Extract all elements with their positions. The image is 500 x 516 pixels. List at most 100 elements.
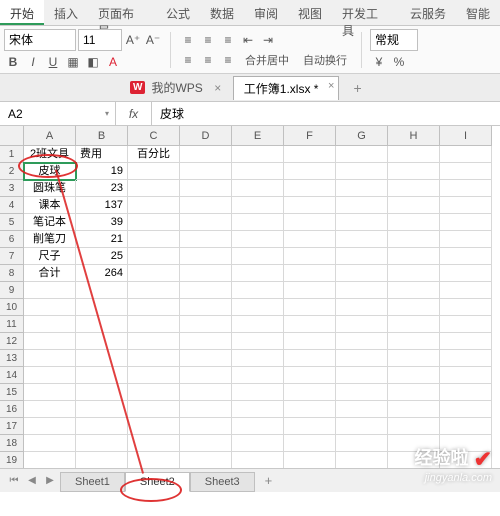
cell[interactable] bbox=[128, 299, 180, 316]
font-select[interactable] bbox=[4, 29, 76, 51]
align-middle-icon[interactable]: ≡ bbox=[199, 31, 217, 49]
cell[interactable] bbox=[440, 333, 492, 350]
cell[interactable] bbox=[128, 316, 180, 333]
cell[interactable] bbox=[128, 163, 180, 180]
cell[interactable] bbox=[24, 401, 76, 418]
cell[interactable] bbox=[180, 248, 232, 265]
ribbon-tab-5[interactable]: 审阅 bbox=[244, 0, 288, 25]
cell[interactable] bbox=[440, 146, 492, 163]
cell[interactable] bbox=[232, 231, 284, 248]
row-header[interactable]: 5 bbox=[0, 214, 24, 231]
cell[interactable] bbox=[440, 367, 492, 384]
row-header[interactable]: 7 bbox=[0, 248, 24, 265]
row-header[interactable]: 14 bbox=[0, 367, 24, 384]
cell[interactable] bbox=[388, 350, 440, 367]
cell[interactable] bbox=[284, 282, 336, 299]
bold-icon[interactable]: B bbox=[4, 53, 22, 71]
cell[interactable] bbox=[440, 401, 492, 418]
cell[interactable] bbox=[180, 350, 232, 367]
cell[interactable] bbox=[388, 333, 440, 350]
cell[interactable] bbox=[180, 197, 232, 214]
percent-icon[interactable]: % bbox=[390, 53, 408, 71]
ribbon-tab-2[interactable]: 页面布局 bbox=[88, 0, 156, 25]
fill-color-icon[interactable]: ◧ bbox=[84, 53, 102, 71]
cell[interactable] bbox=[76, 401, 128, 418]
cell[interactable] bbox=[128, 435, 180, 452]
decrease-font-icon[interactable]: A⁻ bbox=[144, 31, 162, 49]
align-bottom-icon[interactable]: ≡ bbox=[219, 31, 237, 49]
cell[interactable] bbox=[128, 367, 180, 384]
cell[interactable] bbox=[440, 231, 492, 248]
cell[interactable] bbox=[76, 384, 128, 401]
sheet-nav-next-icon[interactable]: ▶ bbox=[42, 473, 58, 489]
column-header[interactable]: G bbox=[336, 126, 388, 146]
cell[interactable] bbox=[24, 299, 76, 316]
cell[interactable]: 笔记本 bbox=[24, 214, 76, 231]
cell[interactable] bbox=[284, 333, 336, 350]
column-header[interactable]: I bbox=[440, 126, 492, 146]
cell[interactable]: 尺子 bbox=[24, 248, 76, 265]
cell[interactable]: 21 bbox=[76, 231, 128, 248]
column-header[interactable]: B bbox=[76, 126, 128, 146]
cell[interactable] bbox=[180, 367, 232, 384]
cell[interactable] bbox=[76, 282, 128, 299]
cell[interactable] bbox=[128, 214, 180, 231]
border-icon[interactable]: ▦ bbox=[64, 53, 82, 71]
close-wps-icon[interactable]: × bbox=[209, 79, 227, 97]
cell[interactable] bbox=[128, 265, 180, 282]
cell[interactable] bbox=[76, 299, 128, 316]
cell[interactable] bbox=[24, 384, 76, 401]
cell[interactable]: 合计 bbox=[24, 265, 76, 282]
cell[interactable] bbox=[24, 350, 76, 367]
column-header[interactable]: F bbox=[284, 126, 336, 146]
cell[interactable] bbox=[232, 265, 284, 282]
font-size-select[interactable] bbox=[78, 29, 122, 51]
cell[interactable] bbox=[440, 248, 492, 265]
cell[interactable] bbox=[284, 163, 336, 180]
cell[interactable] bbox=[388, 163, 440, 180]
cell[interactable] bbox=[336, 214, 388, 231]
cell[interactable] bbox=[336, 248, 388, 265]
cell[interactable] bbox=[284, 316, 336, 333]
cell[interactable] bbox=[24, 418, 76, 435]
cell[interactable] bbox=[128, 231, 180, 248]
cell[interactable] bbox=[440, 316, 492, 333]
increase-font-icon[interactable]: A⁺ bbox=[124, 31, 142, 49]
cell[interactable] bbox=[24, 282, 76, 299]
currency-icon[interactable]: ¥ bbox=[370, 53, 388, 71]
align-center-icon[interactable]: ≡ bbox=[199, 51, 217, 69]
row-header[interactable]: 12 bbox=[0, 333, 24, 350]
column-header[interactable]: E bbox=[232, 126, 284, 146]
cell[interactable] bbox=[388, 248, 440, 265]
cells-area[interactable]: 2班文具费用百分比皮球19圆珠笔23课本137笔记本39削笔刀21尺子25合计2… bbox=[24, 146, 500, 486]
cell[interactable] bbox=[388, 418, 440, 435]
cell[interactable] bbox=[336, 452, 388, 469]
formula-input[interactable]: 皮球 bbox=[152, 102, 500, 125]
cell[interactable] bbox=[388, 401, 440, 418]
wrap-text-button[interactable]: 自动换行 bbox=[297, 51, 353, 69]
cell[interactable] bbox=[180, 214, 232, 231]
cell[interactable] bbox=[284, 146, 336, 163]
row-header[interactable]: 10 bbox=[0, 299, 24, 316]
add-sheet-button[interactable]: + bbox=[257, 471, 281, 490]
cell[interactable]: 圆珠笔 bbox=[24, 180, 76, 197]
cell[interactable] bbox=[388, 384, 440, 401]
cell[interactable] bbox=[440, 350, 492, 367]
cell[interactable] bbox=[128, 350, 180, 367]
cell[interactable] bbox=[76, 435, 128, 452]
cell[interactable] bbox=[284, 418, 336, 435]
cell[interactable] bbox=[388, 231, 440, 248]
cell[interactable] bbox=[232, 418, 284, 435]
column-header[interactable]: D bbox=[180, 126, 232, 146]
cell[interactable]: 23 bbox=[76, 180, 128, 197]
cell[interactable] bbox=[180, 333, 232, 350]
cell[interactable] bbox=[336, 316, 388, 333]
cell[interactable] bbox=[180, 384, 232, 401]
cell[interactable] bbox=[388, 452, 440, 469]
sheet-nav-first-icon[interactable]: ⏮ bbox=[6, 473, 22, 489]
cell[interactable]: 264 bbox=[76, 265, 128, 282]
new-tab-button[interactable]: + bbox=[345, 80, 369, 96]
cell[interactable]: 25 bbox=[76, 248, 128, 265]
cell[interactable] bbox=[336, 180, 388, 197]
font-color-icon[interactable]: A bbox=[104, 53, 122, 71]
